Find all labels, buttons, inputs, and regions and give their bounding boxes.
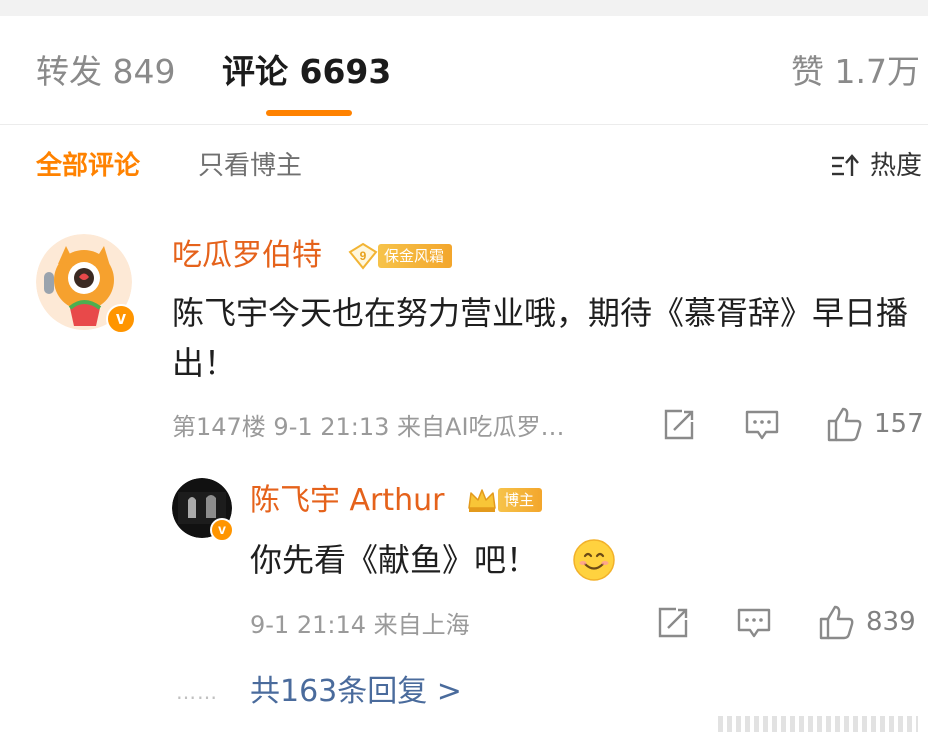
sort-label: 热度 [869, 151, 922, 181]
blogger-badge[interactable]: 博主 [466, 486, 543, 514]
view-all-replies-link[interactable]: 共163条回复 > [250, 674, 462, 710]
reply-meta: 9-1 21:14 来自上海 [250, 611, 470, 639]
active-tab-indicator [266, 110, 352, 116]
share-icon [664, 409, 694, 440]
weibo-comments-screen: 转发 849 评论 6693 赞 1.7万 全部评论 只看博主 热度 v 吃瓜罗… [0, 0, 928, 742]
comment-avatar-wrap[interactable]: v [36, 234, 142, 340]
comment-reply-button[interactable] [744, 408, 780, 442]
top-bar [0, 0, 928, 16]
like-count: 839 [866, 607, 916, 637]
tab-comments[interactable]: 评论 6693 [222, 52, 391, 92]
fan-badge-label: 保金风霜 [378, 244, 453, 268]
comment-meta: 第147楼 9-1 21:13 来自AI吃瓜罗… [172, 413, 565, 441]
comment-icon [745, 410, 779, 440]
replies-dots: …… [176, 680, 218, 704]
svg-text:9: 9 [360, 249, 367, 263]
like-icon [827, 407, 862, 442]
reply-author-name[interactable]: 陈飞宇 Arthur [250, 483, 445, 519]
reply-comment-button[interactable] [736, 606, 772, 640]
tab-repost[interactable]: 转发 849 [36, 52, 175, 92]
reply-share-button[interactable] [656, 606, 690, 640]
diamond-level-icon: 9 [348, 242, 378, 270]
sort-icon [831, 154, 859, 176]
watermark [718, 716, 918, 732]
filter-row: 全部评论 只看博主 热度 [0, 124, 928, 208]
share-icon [658, 607, 688, 638]
comment-like-button[interactable]: 157 [826, 406, 924, 442]
reply-like-button[interactable]: 839 [818, 604, 916, 640]
smile-emoji-icon [573, 539, 615, 581]
filter-all-comments[interactable]: 全部评论 [36, 150, 140, 182]
comment-share-button[interactable] [662, 408, 696, 442]
blogger-badge-label: 博主 [498, 488, 543, 512]
comment-text: 陈飞宇今天也在努力营业哦，期待《慕胥辞》早日播出！ [172, 294, 909, 382]
verified-badge: v [106, 304, 136, 334]
comment-author-name[interactable]: 吃瓜罗伯特 [172, 238, 322, 274]
like-count: 157 [874, 409, 924, 439]
comment-icon [737, 608, 771, 638]
verified-badge: v [210, 518, 234, 542]
tab-likes[interactable]: 赞 1.7万 [791, 52, 920, 92]
tabs-header: 转发 849 评论 6693 赞 1.7万 [0, 16, 928, 125]
fan-level-badge[interactable]: 9 保金风霜 [348, 242, 453, 270]
sort-button[interactable]: 热度 [830, 150, 922, 182]
crown-icon [468, 489, 496, 512]
reply-avatar-wrap[interactable]: v [172, 478, 234, 542]
reply-text: 你先看《献鱼》吧！ [250, 541, 539, 579]
filter-owner-only[interactable]: 只看博主 [198, 150, 302, 182]
like-icon [819, 605, 854, 640]
